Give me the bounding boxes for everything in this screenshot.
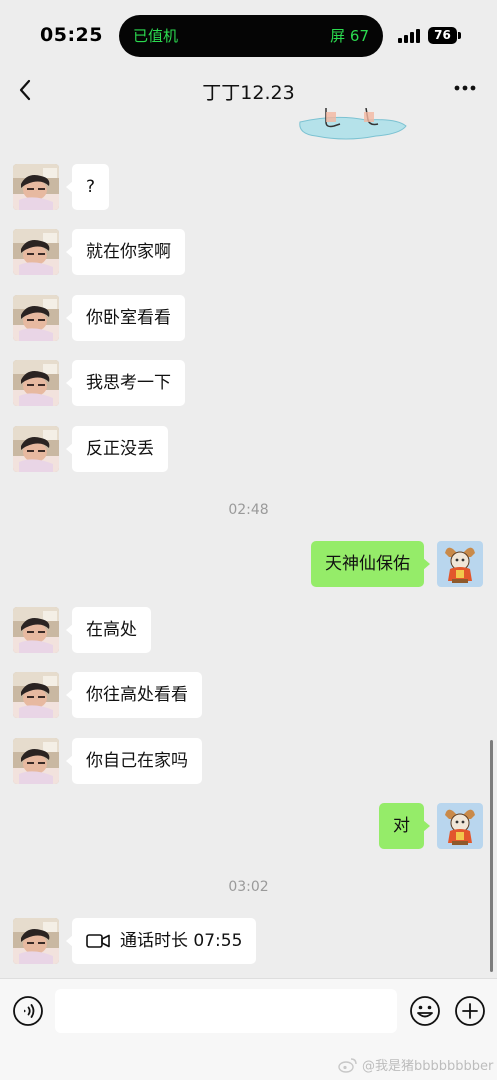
- message-row: 你往高处看看: [13, 672, 202, 718]
- message-row: 我思考一下: [13, 360, 185, 406]
- message-row: 反正没丢: [13, 426, 168, 472]
- message-bubble[interactable]: 在高处: [66, 607, 151, 653]
- contact-avatar[interactable]: [13, 738, 59, 784]
- message-bubble[interactable]: 就在你家啊: [66, 229, 185, 275]
- cellular-signal-icon: [398, 29, 420, 43]
- contact-avatar[interactable]: [13, 164, 59, 210]
- message-bubble[interactable]: 反正没丢: [66, 426, 168, 472]
- contact-avatar[interactable]: [13, 426, 59, 472]
- contact-avatar[interactable]: [13, 607, 59, 653]
- message-bubble[interactable]: ?: [65, 164, 110, 210]
- my-avatar[interactable]: [437, 803, 483, 849]
- message-bubble[interactable]: 你往高处看看: [66, 672, 202, 718]
- chat-title: 丁丁12.23: [202, 82, 295, 104]
- sticker-image[interactable]: [296, 108, 408, 142]
- weibo-icon: [338, 1057, 357, 1073]
- message-input[interactable]: [55, 989, 397, 1033]
- battery-cap: [458, 32, 461, 39]
- message-row: 在高处: [13, 607, 151, 653]
- message-row: 你自己在家吗: [13, 738, 202, 784]
- contact-avatar[interactable]: [13, 295, 59, 341]
- more-icon[interactable]: [452, 78, 478, 98]
- my-avatar[interactable]: [437, 541, 483, 587]
- contact-avatar[interactable]: [13, 360, 59, 406]
- contact-avatar[interactable]: [13, 672, 59, 718]
- emoji-icon[interactable]: [409, 995, 441, 1027]
- plus-icon[interactable]: [454, 995, 486, 1027]
- watermark-text: @我是猪bbbbbbbber: [362, 1059, 494, 1074]
- contact-avatar[interactable]: [13, 918, 59, 964]
- chat-scrollbar[interactable]: [490, 740, 493, 972]
- call-duration: 通话时长 07:55: [120, 931, 243, 951]
- dynamic-island[interactable]: 已值机 屏 67: [119, 15, 383, 57]
- message-bubble[interactable]: 你卧室看看: [66, 295, 185, 341]
- island-seat-info: 屏 67: [330, 27, 369, 45]
- status-time: 05:25: [40, 24, 103, 46]
- watermark: @我是猪bbbbbbbber: [338, 1055, 493, 1074]
- message-row: 你卧室看看: [13, 295, 185, 341]
- message-bubble[interactable]: 天神仙保佑: [311, 541, 430, 587]
- contact-avatar[interactable]: [13, 229, 59, 275]
- chat-timestamp: 02:48: [228, 502, 269, 518]
- video-call-bubble[interactable]: 通话时长 07:55: [65, 918, 257, 964]
- video-call-icon: [86, 934, 110, 948]
- message-bubble[interactable]: 你自己在家吗: [66, 738, 202, 784]
- status-bar: 05:25 已值机 屏 67 76: [0, 0, 497, 70]
- message-row: 对: [379, 803, 483, 849]
- message-row: 天神仙保佑: [311, 541, 483, 587]
- voice-input-icon[interactable]: [12, 995, 44, 1027]
- message-row: ?: [13, 164, 110, 210]
- chat-header: 丁丁12.23: [0, 70, 497, 114]
- message-row: 就在你家啊: [13, 229, 185, 275]
- message-bubble[interactable]: 我思考一下: [66, 360, 185, 406]
- message-bubble[interactable]: 对: [379, 803, 430, 849]
- island-flight-status: 已值机: [133, 27, 179, 45]
- message-row: 通话时长 07:55: [13, 918, 257, 964]
- battery-icon: 76: [428, 27, 457, 44]
- chat-timestamp: 03:02: [228, 879, 269, 895]
